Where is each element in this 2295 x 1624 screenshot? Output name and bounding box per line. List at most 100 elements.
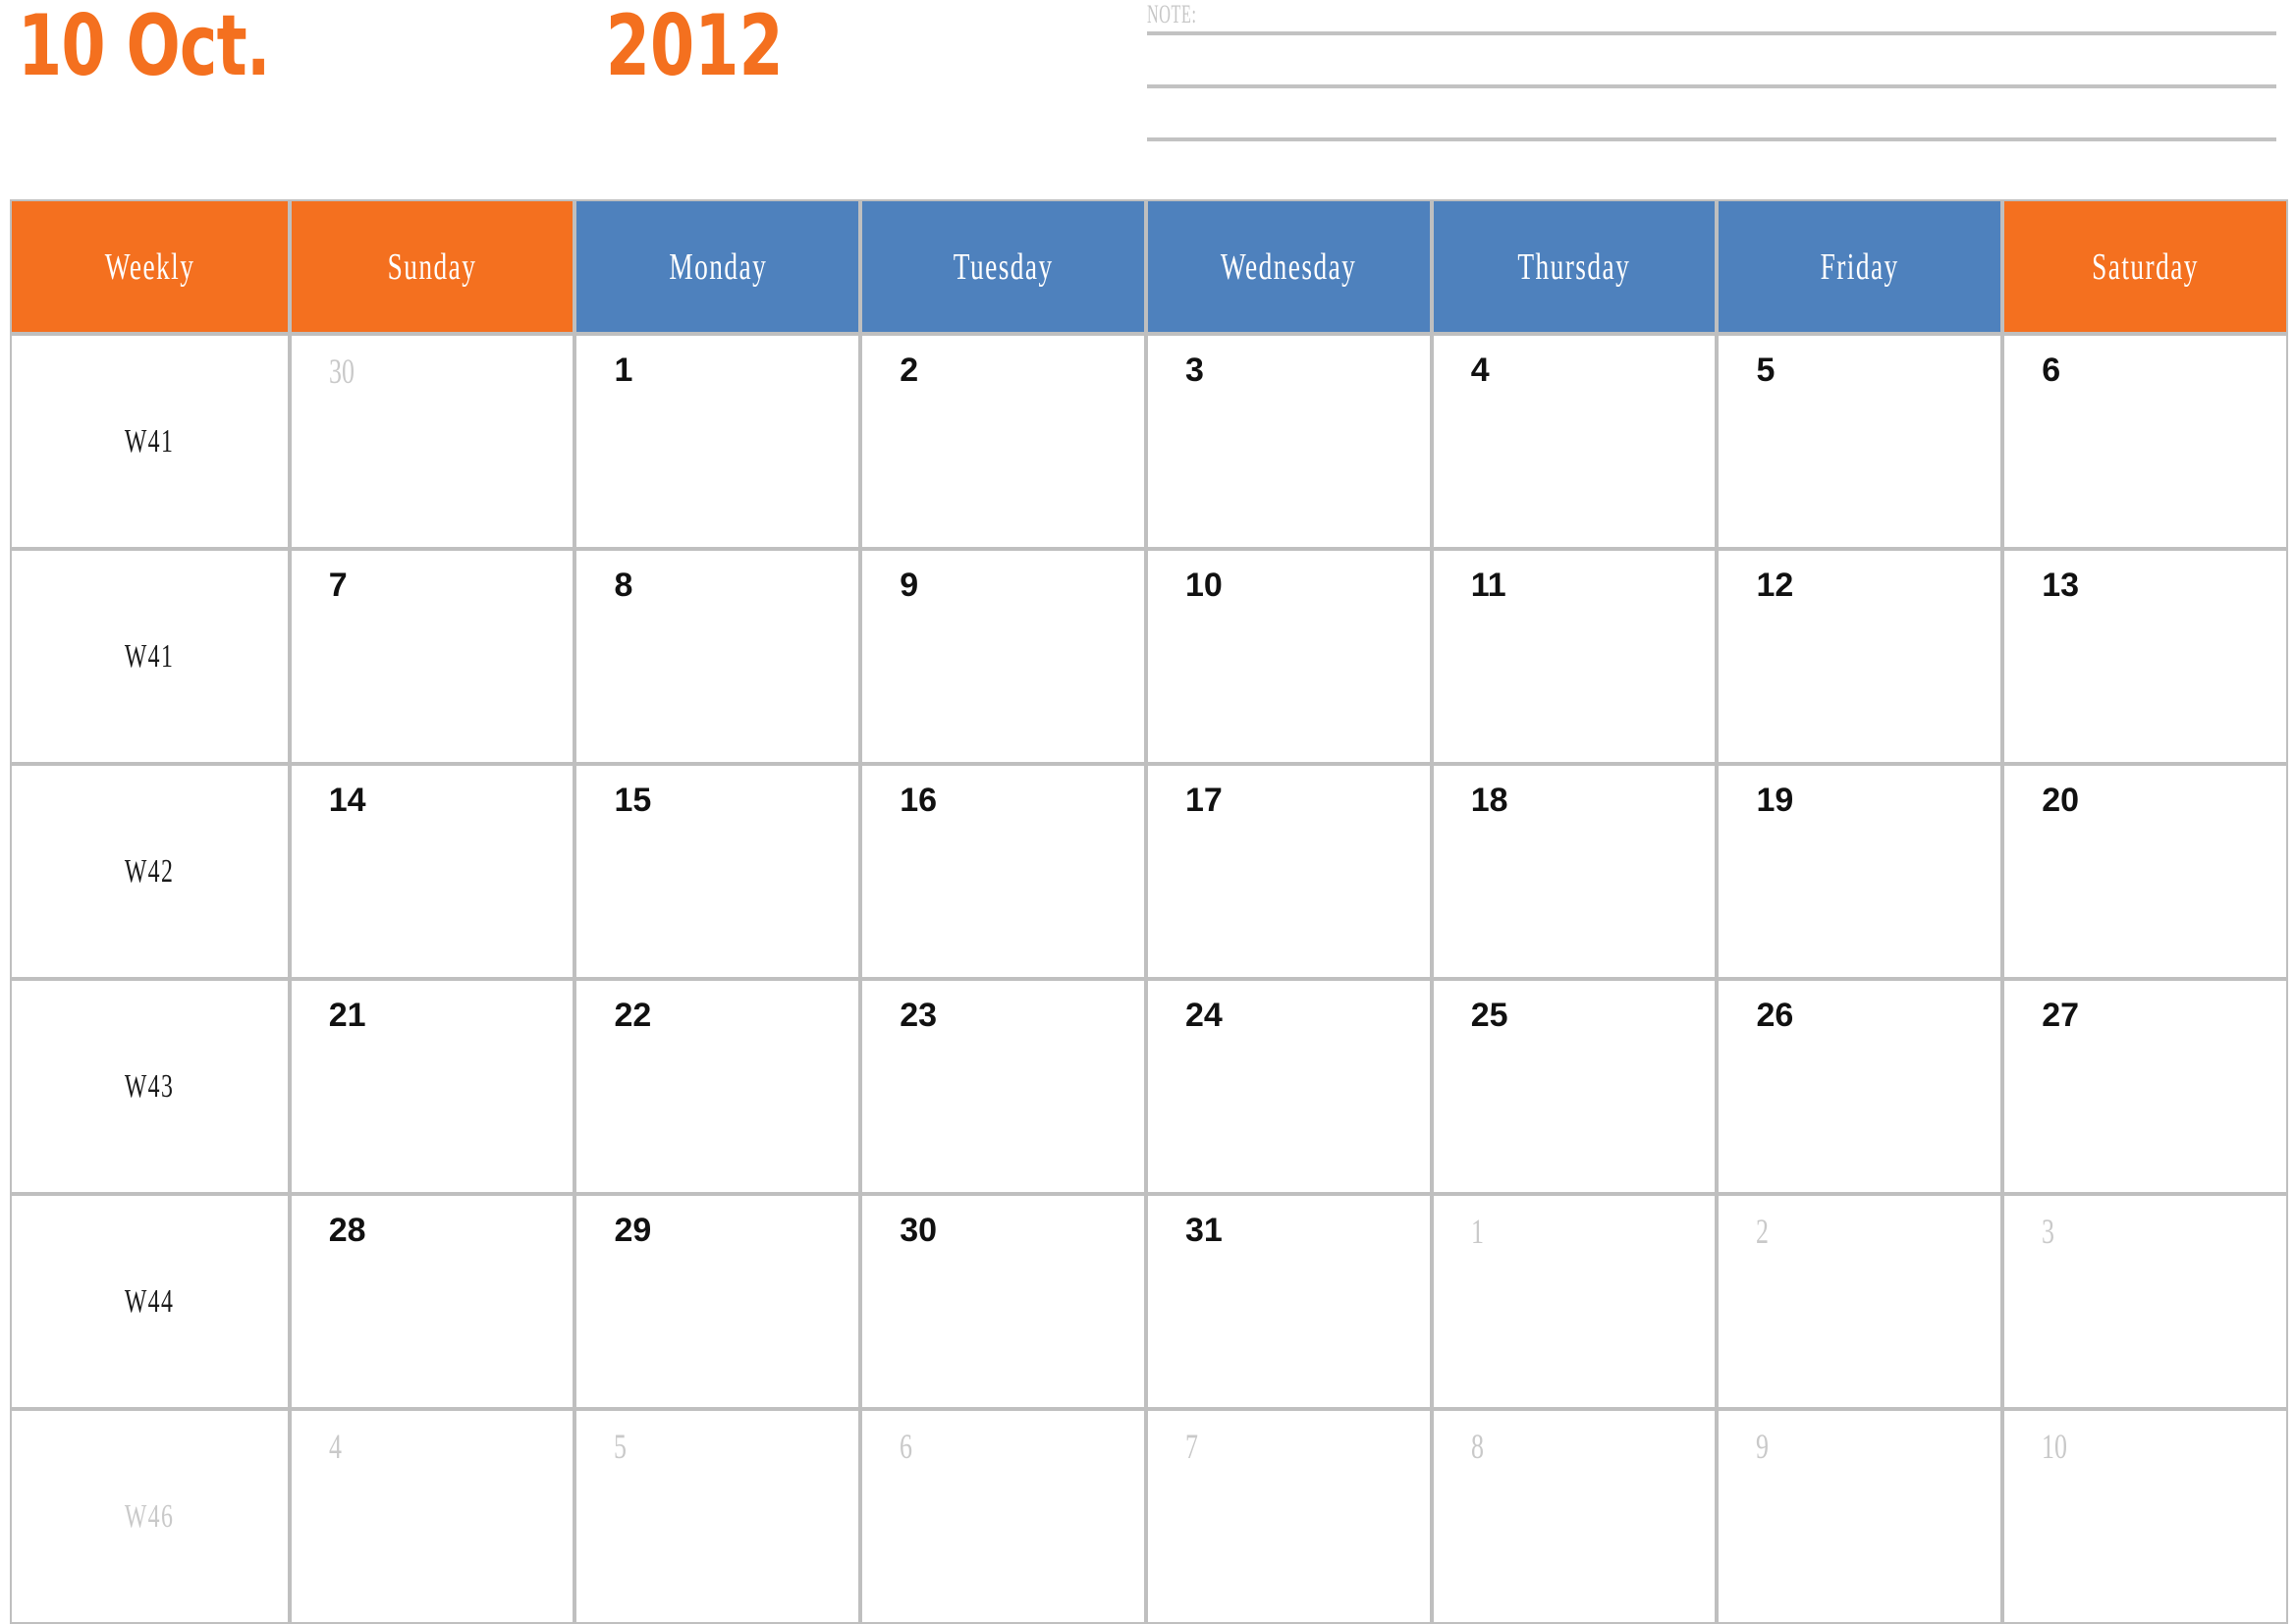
week-number-label: W43 xyxy=(125,1067,175,1105)
day-number: 4 xyxy=(1470,352,1490,389)
column-header-label: Monday xyxy=(668,245,767,288)
day-number: 10 xyxy=(1184,567,1223,604)
day-cell[interactable]: 20 xyxy=(2002,764,2288,979)
day-number: 17 xyxy=(1184,782,1223,819)
day-cell[interactable]: 17 xyxy=(1145,764,1432,979)
day-number: 30 xyxy=(328,352,355,391)
column-header-friday: Friday xyxy=(1717,199,2003,334)
day-number: 24 xyxy=(1184,997,1223,1034)
day-cell[interactable]: 2 xyxy=(1717,1194,2003,1409)
calendar-header-row: Weekly Sunday Monday Tuesday Wednesday Thursd… xyxy=(10,199,2288,334)
day-number: 5 xyxy=(1756,352,1776,389)
day-number: 7 xyxy=(328,567,348,604)
day-cell[interactable]: 6 xyxy=(860,1409,1146,1624)
column-header-label: Wednesday xyxy=(1221,245,1357,288)
calendar-week-row: W42 14 15 16 17 18 19 20 xyxy=(10,764,2288,979)
day-number: 21 xyxy=(328,997,366,1034)
day-cell[interactable]: 11 xyxy=(1431,549,1718,764)
note-write-space-2[interactable] xyxy=(1147,88,2276,137)
day-cell[interactable]: 27 xyxy=(2002,979,2288,1194)
week-number-cell: W44 xyxy=(10,1194,290,1409)
column-header-saturday: Saturday xyxy=(2002,199,2288,334)
day-cell[interactable]: 13 xyxy=(2002,549,2288,764)
day-cell[interactable]: 1 xyxy=(574,334,861,549)
day-cell[interactable]: 18 xyxy=(1431,764,1718,979)
title-month: 10 Oct. xyxy=(18,0,271,95)
day-cell[interactable]: 31 xyxy=(1145,1194,1432,1409)
day-cell[interactable]: 14 xyxy=(289,764,575,979)
day-cell[interactable]: 3 xyxy=(1145,334,1432,549)
day-cell[interactable]: 6 xyxy=(2002,334,2288,549)
day-number: 2 xyxy=(900,352,919,389)
day-cell[interactable]: 5 xyxy=(574,1409,861,1624)
day-cell[interactable]: 9 xyxy=(860,549,1146,764)
week-number-cell: W42 xyxy=(10,764,290,979)
week-number-cell: W41 xyxy=(10,549,290,764)
day-number: 19 xyxy=(1756,782,1794,819)
day-cell[interactable]: 30 xyxy=(289,334,575,549)
day-cell[interactable]: 8 xyxy=(574,549,861,764)
title-year: 2012 xyxy=(605,0,784,95)
day-number: 6 xyxy=(900,1427,913,1466)
week-number-cell: W46 xyxy=(10,1409,290,1624)
day-cell[interactable]: 12 xyxy=(1717,549,2003,764)
day-cell[interactable]: 3 xyxy=(2002,1194,2288,1409)
day-number: 29 xyxy=(614,1212,652,1249)
column-header-label: Weekly xyxy=(104,245,195,288)
calendar-title: 10 Oct. 2012 xyxy=(18,4,883,88)
day-cell[interactable]: 25 xyxy=(1431,979,1718,1194)
day-cell[interactable]: 26 xyxy=(1717,979,2003,1194)
column-header-sunday: Sunday xyxy=(289,199,575,334)
day-number: 31 xyxy=(1184,1212,1223,1249)
calendar-week-row: W44 28 29 30 31 1 2 3 xyxy=(10,1194,2288,1409)
day-cell[interactable]: 1 xyxy=(1431,1194,1718,1409)
week-number-cell: W43 xyxy=(10,979,290,1194)
calendar-body: W41 30 1 2 3 4 5 6 W41 7 8 9 10 11 12 13 W42 14 15 16 17 18 19… xyxy=(10,334,2288,1624)
day-cell[interactable]: 4 xyxy=(289,1409,575,1624)
day-number: 4 xyxy=(328,1427,342,1466)
day-number: 7 xyxy=(1184,1427,1198,1466)
day-number: 9 xyxy=(1756,1427,1770,1466)
day-number: 20 xyxy=(2042,782,2080,819)
day-number: 15 xyxy=(614,782,652,819)
day-cell[interactable]: 7 xyxy=(1145,1409,1432,1624)
day-number: 25 xyxy=(1470,997,1508,1034)
day-cell[interactable]: 28 xyxy=(289,1194,575,1409)
day-cell[interactable]: 29 xyxy=(574,1194,861,1409)
day-cell[interactable]: 21 xyxy=(289,979,575,1194)
day-cell[interactable]: 10 xyxy=(1145,549,1432,764)
day-number: 22 xyxy=(614,997,652,1034)
day-number: 14 xyxy=(328,782,366,819)
day-number: 27 xyxy=(2042,997,2080,1034)
day-cell[interactable]: 2 xyxy=(860,334,1146,549)
day-cell[interactable]: 23 xyxy=(860,979,1146,1194)
day-cell[interactable]: 5 xyxy=(1717,334,2003,549)
day-cell[interactable]: 15 xyxy=(574,764,861,979)
day-cell[interactable]: 16 xyxy=(860,764,1146,979)
note-rule-3 xyxy=(1147,137,2276,141)
day-number: 8 xyxy=(1470,1427,1484,1466)
column-header-tuesday: Tuesday xyxy=(860,199,1146,334)
day-number: 5 xyxy=(614,1427,628,1466)
day-cell[interactable]: 8 xyxy=(1431,1409,1718,1624)
day-number: 30 xyxy=(900,1212,938,1249)
day-cell[interactable]: 4 xyxy=(1431,334,1718,549)
column-header-label: Thursday xyxy=(1517,245,1631,288)
day-cell[interactable]: 30 xyxy=(860,1194,1146,1409)
day-cell[interactable]: 9 xyxy=(1717,1409,2003,1624)
day-cell[interactable]: 24 xyxy=(1145,979,1432,1194)
day-number: 11 xyxy=(1470,567,1506,604)
day-cell[interactable]: 10 xyxy=(2002,1409,2288,1624)
day-cell[interactable]: 19 xyxy=(1717,764,2003,979)
day-number: 9 xyxy=(900,567,919,604)
column-header-label: Sunday xyxy=(387,245,477,288)
note-write-space-1[interactable] xyxy=(1147,35,2276,84)
calendar-week-row: W41 30 1 2 3 4 5 6 xyxy=(10,334,2288,549)
day-cell[interactable]: 22 xyxy=(574,979,861,1194)
day-cell[interactable]: 7 xyxy=(289,549,575,764)
day-number: 3 xyxy=(1184,352,1204,389)
column-header-label: Saturday xyxy=(2092,245,2200,288)
day-number: 23 xyxy=(900,997,938,1034)
day-number: 16 xyxy=(900,782,938,819)
day-number: 2 xyxy=(1756,1212,1770,1251)
